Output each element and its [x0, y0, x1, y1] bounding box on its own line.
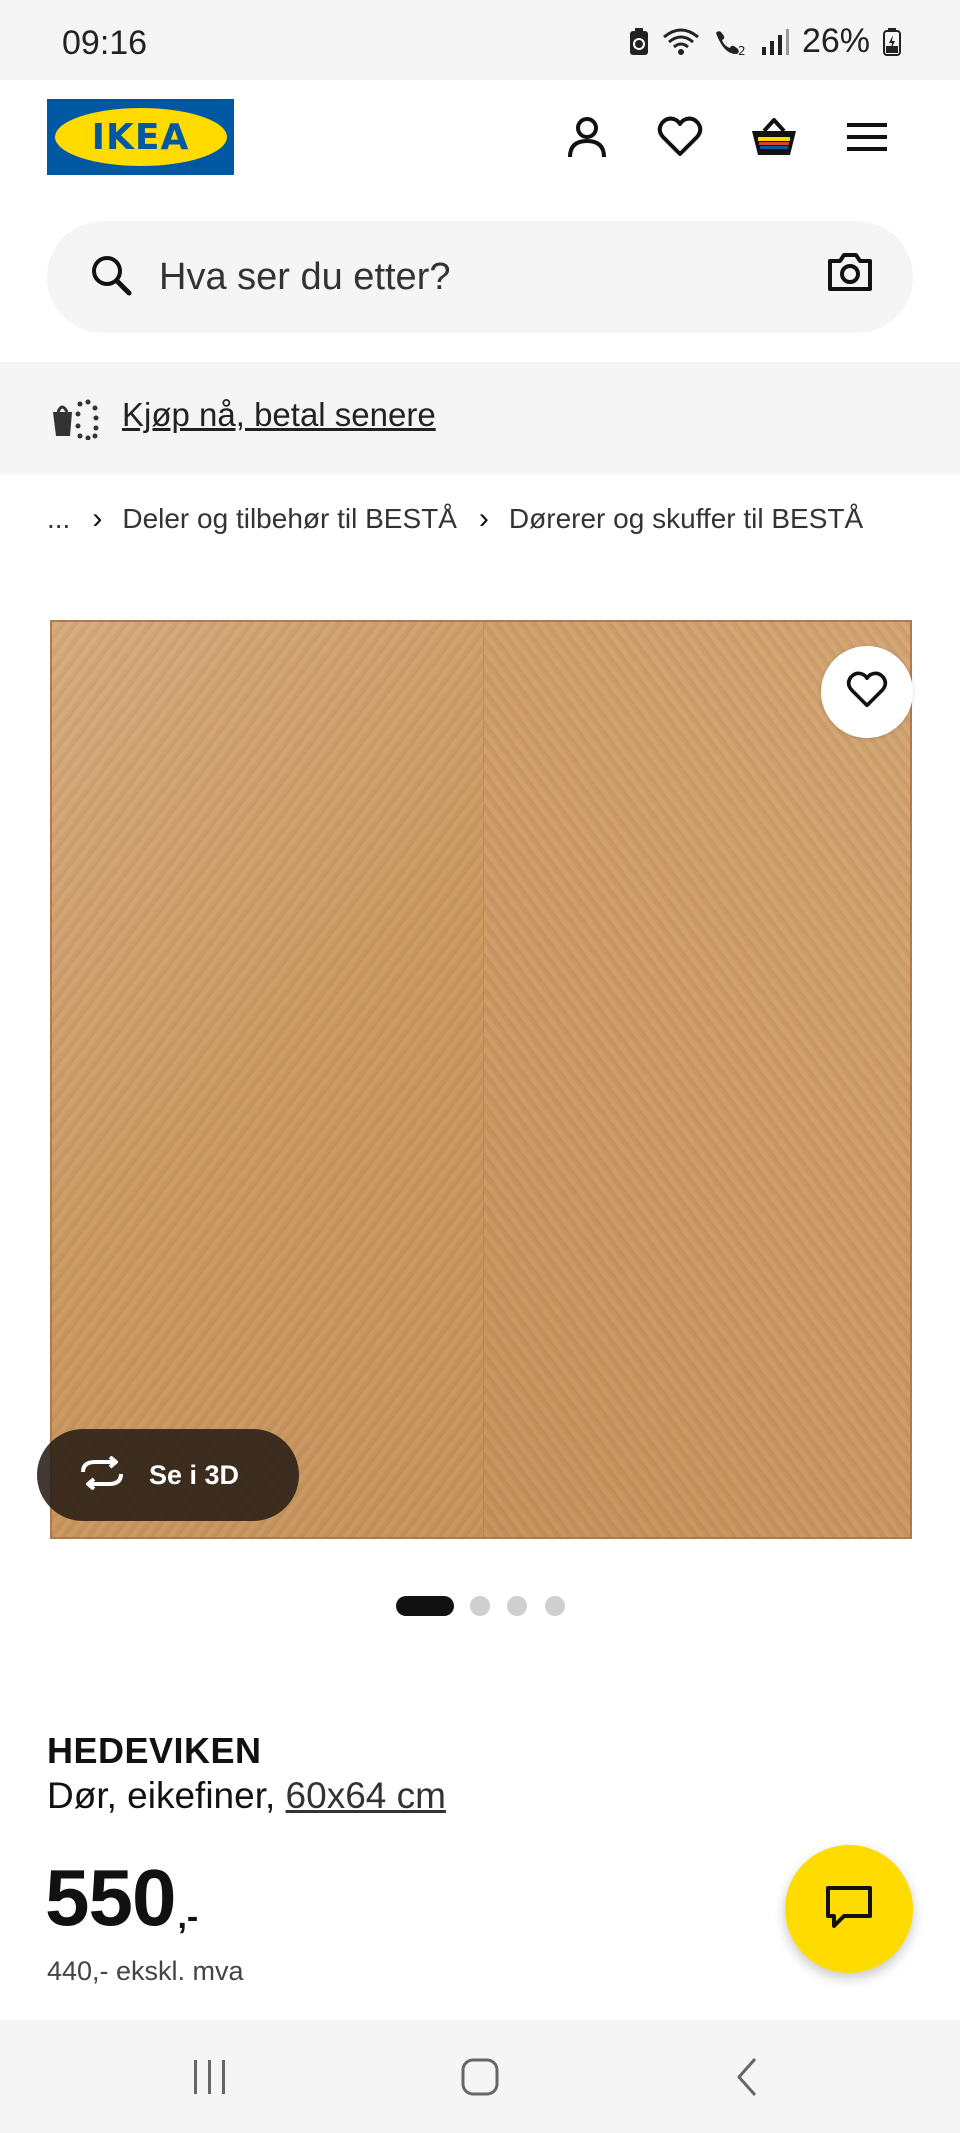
- status-icons: 2 26%: [628, 22, 902, 61]
- system-nav-bar: [0, 2020, 960, 2133]
- logo-oval: IKEA: [54, 108, 227, 166]
- recent-apps-button[interactable]: [175, 2052, 245, 2102]
- camera-icon[interactable]: [827, 251, 873, 298]
- breadcrumb-item[interactable]: ...: [47, 503, 70, 535]
- add-to-favorites-button[interactable]: [821, 646, 913, 738]
- search-icon[interactable]: [89, 253, 133, 302]
- rotate-3d-icon: [77, 1454, 127, 1495]
- bag-sparkle-icon: [50, 396, 100, 445]
- chat-button[interactable]: [785, 1845, 913, 1973]
- product-description: Dør, eikefiner, 60x64 cm: [47, 1775, 446, 1817]
- wifi-calling-icon: 2: [712, 27, 748, 57]
- carousel-dot[interactable]: [470, 1596, 490, 1616]
- search-input[interactable]: [159, 247, 719, 307]
- carousel-dot-active[interactable]: [396, 1596, 454, 1616]
- price-value: 550: [45, 1853, 176, 1942]
- view-3d-label: Se i 3D: [149, 1459, 240, 1490]
- carousel-dot[interactable]: [545, 1596, 565, 1616]
- product-image-right-panel: [483, 622, 910, 1537]
- buy-now-pay-later-link[interactable]: Kjøp nå, betal senere: [122, 396, 436, 434]
- status-bar: 09:16 2 26%: [0, 0, 960, 80]
- user-icon[interactable]: [557, 107, 617, 167]
- product-image[interactable]: [50, 620, 912, 1539]
- basket-icon[interactable]: [744, 107, 804, 167]
- status-time: 09:16: [62, 24, 148, 62]
- home-button[interactable]: [445, 2052, 515, 2102]
- breadcrumb-item[interactable]: Deler og tilbehør til BESTÅ: [122, 503, 457, 535]
- product-name: HEDEVIKEN: [47, 1730, 262, 1771]
- back-button[interactable]: [713, 2052, 783, 2102]
- heart-icon: [846, 671, 888, 714]
- carousel-dot[interactable]: [507, 1596, 527, 1616]
- product-price: 550 ,-: [45, 1858, 198, 1938]
- product-size-link[interactable]: 60x64 cm: [286, 1775, 446, 1816]
- search-bar: [47, 221, 913, 333]
- price-suffix: ,-: [177, 1898, 199, 1936]
- logo-text: IKEA: [91, 116, 190, 158]
- ikea-logo[interactable]: IKEA: [47, 99, 234, 175]
- signal-icon: [760, 27, 790, 57]
- breadcrumb: ... › Deler og tilbehør til BESTÅ › Døre…: [47, 502, 863, 536]
- site-header: IKEA: [0, 80, 960, 220]
- carousel-dots: [0, 1596, 960, 1616]
- battery-saver-icon: [628, 27, 650, 57]
- view-3d-button[interactable]: Se i 3D: [37, 1429, 299, 1521]
- product-type: Dør, eikefiner,: [47, 1775, 276, 1816]
- chat-icon: [824, 1884, 874, 1935]
- promo-banner: Kjøp nå, betal senere: [0, 362, 960, 474]
- battery-percent: 26%: [801, 22, 870, 60]
- menu-icon[interactable]: [837, 107, 897, 167]
- battery-icon: [882, 27, 902, 57]
- wifi-icon: [662, 27, 700, 57]
- heart-icon[interactable]: [650, 107, 710, 167]
- chevron-right-icon: ›: [92, 502, 103, 535]
- price-excl-vat: 440,- ekskl. mva: [47, 1956, 244, 1986]
- svg-text:2: 2: [738, 44, 746, 57]
- breadcrumb-item[interactable]: Dørerer og skuffer til BESTÅ: [509, 503, 863, 535]
- chevron-right-icon: ›: [478, 502, 489, 535]
